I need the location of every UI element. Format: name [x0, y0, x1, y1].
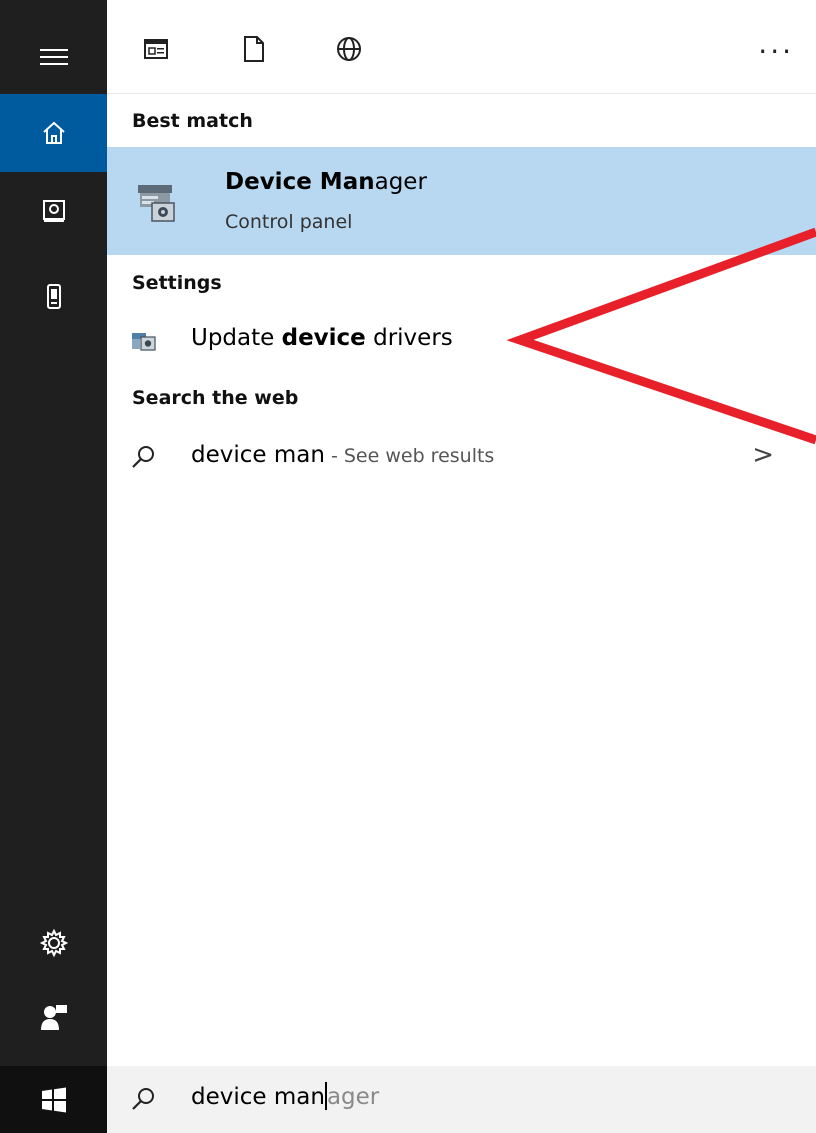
chevron-right-icon[interactable]: >: [752, 440, 774, 470]
document-filter-icon: [244, 36, 264, 62]
best-match-header: Best match: [132, 110, 253, 132]
web-result-device-man[interactable]: device man - See web results >: [107, 430, 816, 484]
gear-icon: [39, 928, 68, 958]
globe-filter-icon: [337, 37, 361, 61]
left-rail: [0, 0, 107, 1133]
device-manager-icon: [138, 185, 175, 222]
search-input[interactable]: device manager: [191, 1082, 379, 1110]
search-web-header: Search the web: [132, 387, 299, 409]
notebook-icon: [42, 200, 65, 222]
home-button[interactable]: [0, 94, 107, 172]
device-settings-icon: [132, 333, 156, 351]
devices-button[interactable]: [0, 258, 107, 336]
documents-filter-button[interactable]: [237, 32, 271, 66]
search-box[interactable]: device manager: [107, 1066, 816, 1133]
web-result-label: device man - See web results: [191, 442, 495, 468]
web-filter-button[interactable]: [332, 32, 366, 66]
home-icon: [42, 121, 65, 144]
phone-icon: [46, 284, 61, 309]
hamburger-icon: [39, 49, 68, 65]
settings-result-label: Update device drivers: [191, 325, 453, 351]
notebook-button[interactable]: [0, 172, 107, 250]
best-match-result[interactable]: Device Manager Control panel: [107, 147, 816, 255]
best-match-title: Device Manager: [225, 169, 427, 195]
windows-logo-icon: [41, 1087, 66, 1112]
settings-result-update-drivers[interactable]: Update device drivers: [107, 313, 816, 367]
apps-filter-icon: [144, 39, 168, 59]
apps-filter-button[interactable]: [139, 32, 173, 66]
start-button[interactable]: [0, 1066, 107, 1133]
more-options-button[interactable]: ...: [758, 30, 794, 58]
start-search-panel: ... Best match Device Manager Control pa…: [0, 0, 816, 1133]
search-icon: [132, 446, 154, 468]
best-match-subtitle: Control panel: [225, 211, 353, 233]
feedback-person-icon: [40, 1005, 67, 1030]
settings-button[interactable]: [0, 904, 107, 982]
feedback-button[interactable]: [0, 978, 107, 1056]
menu-button[interactable]: [0, 18, 107, 96]
filter-toolbar: ...: [107, 0, 816, 94]
search-box-icon: [132, 1088, 154, 1110]
settings-header: Settings: [132, 272, 222, 294]
